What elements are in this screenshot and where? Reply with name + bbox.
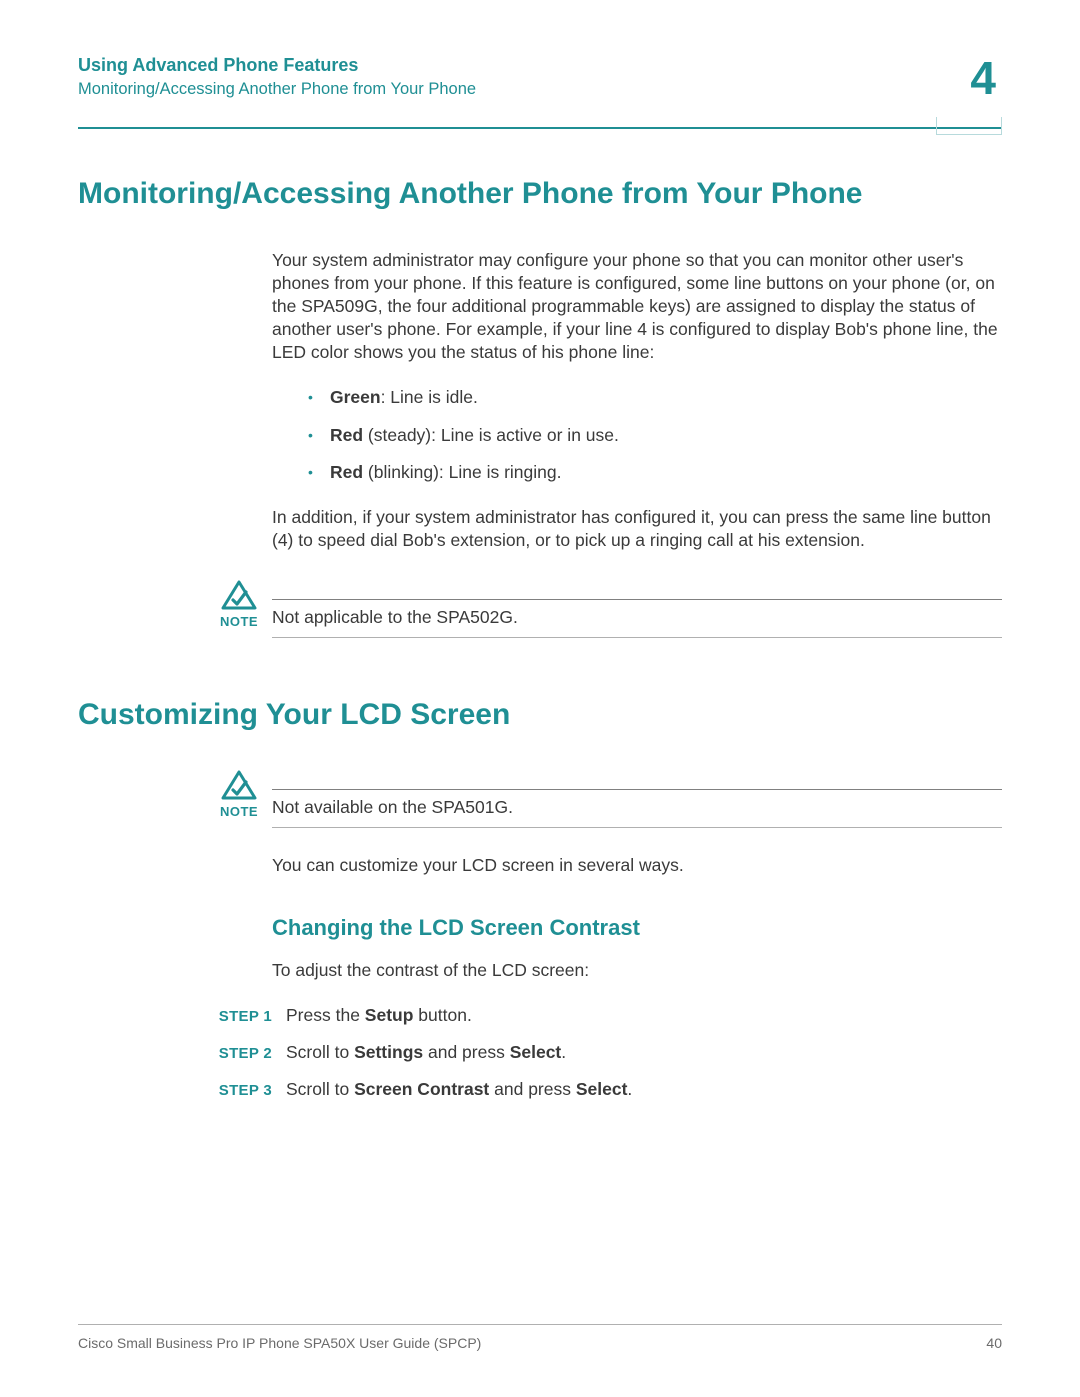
led-status-list: Green: Line is idle. Red (steady): Line … [272, 386, 1002, 483]
section1-intro: Your system administrator may configure … [272, 249, 1002, 364]
note-rule [272, 599, 1002, 600]
note-text: Not applicable to the SPA502G. [272, 606, 1002, 629]
step-row: STEP 3 Scroll to Screen Contrast and pre… [200, 1078, 1002, 1101]
note-block: NOTE Not applicable to the SPA502G. [218, 580, 1002, 629]
note-icon [218, 770, 260, 802]
note-icon [218, 580, 260, 612]
page-header: Using Advanced Phone Features Monitoring… [78, 55, 1002, 101]
footer-rule [78, 1324, 1002, 1325]
chapter-tab-decoration [936, 117, 1002, 135]
list-item: Red (blinking): Line is ringing. [308, 461, 1002, 484]
note-label: NOTE [218, 804, 260, 819]
note-block: NOTE Not available on the SPA501G. [218, 770, 1002, 819]
list-item: Red (steady): Line is active or in use. [308, 424, 1002, 447]
step-label: STEP 2 [200, 1044, 286, 1064]
page-footer: Cisco Small Business Pro IP Phone SPA50X… [78, 1324, 1002, 1351]
section2-para: You can customize your LCD screen in sev… [272, 854, 1002, 877]
step-text: Scroll to Settings and press Select. [286, 1041, 1002, 1064]
chapter-number: 4 [970, 55, 1002, 101]
step-label: STEP 3 [200, 1081, 286, 1101]
section-heading-monitoring: Monitoring/Accessing Another Phone from … [78, 177, 1002, 211]
step-text: Press the Setup button. [286, 1004, 1002, 1027]
note-rule-bottom [272, 637, 1002, 638]
list-item: Green: Line is idle. [308, 386, 1002, 409]
step-row: STEP 1 Press the Setup button. [200, 1004, 1002, 1027]
section2-subpara: To adjust the contrast of the LCD screen… [272, 959, 1002, 982]
footer-doc-title: Cisco Small Business Pro IP Phone SPA50X… [78, 1335, 481, 1351]
note-label: NOTE [218, 614, 260, 629]
note-text: Not available on the SPA501G. [272, 796, 1002, 819]
step-label: STEP 1 [200, 1007, 286, 1027]
footer-page-number: 40 [986, 1335, 1002, 1351]
header-rule [78, 127, 1002, 129]
step-row: STEP 2 Scroll to Settings and press Sele… [200, 1041, 1002, 1064]
note-rule [272, 789, 1002, 790]
section-heading-customizing: Customizing Your LCD Screen [78, 698, 1002, 732]
header-section-title: Monitoring/Accessing Another Phone from … [78, 80, 970, 99]
header-chapter-title: Using Advanced Phone Features [78, 55, 970, 76]
step-text: Scroll to Screen Contrast and press Sele… [286, 1078, 1002, 1101]
section1-para2: In addition, if your system administrato… [272, 506, 1002, 552]
subheading-contrast: Changing the LCD Screen Contrast [272, 915, 1002, 941]
note-rule-bottom [272, 827, 1002, 828]
